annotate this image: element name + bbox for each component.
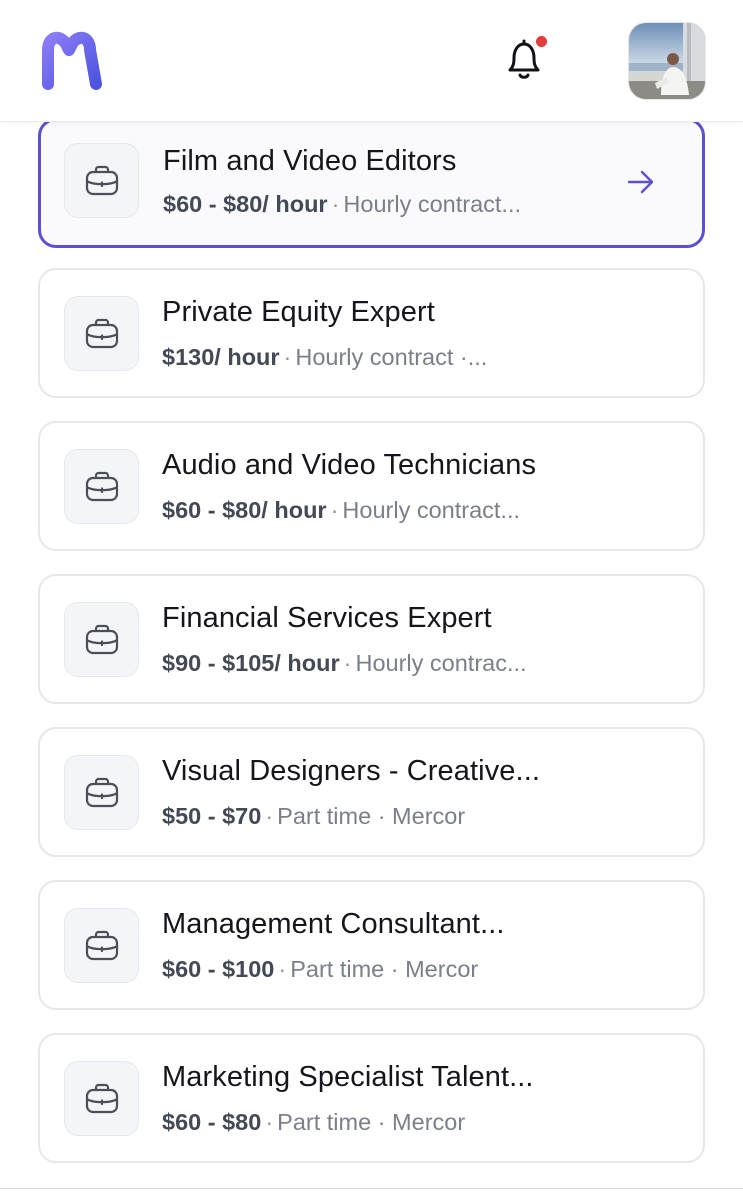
meta-separator: · [343, 650, 352, 676]
briefcase-icon-box [64, 755, 139, 830]
job-pay: $130/ hour [162, 344, 280, 370]
meta-separator: · [283, 344, 292, 370]
job-title: Visual Designers - Creative... [162, 755, 541, 787]
job-card-film-video-editors[interactable]: Film and Video Editors $60 - $80/ hour · H… [38, 118, 705, 248]
briefcase-icon-box [64, 1061, 139, 1136]
job-pay: $60 - $100 [162, 956, 275, 982]
job-card-financial-services-expert[interactable]: Financial Services Expert $90 - $105/ ho… [38, 574, 705, 704]
profile-photo-icon [629, 23, 705, 99]
briefcase-icon-box [64, 602, 139, 677]
job-details: Hourly contrac... [355, 650, 527, 676]
meta-separator: · [278, 956, 287, 982]
job-card-visual-designers[interactable]: Visual Designers - Creative... $50 - $70… [38, 727, 705, 857]
meta-separator: · [330, 497, 339, 523]
job-meta: $60 - $80/ hour · Hourly contract... [163, 191, 521, 218]
job-title: Marketing Specialist Talent... [162, 1061, 534, 1093]
job-meta: $60 - $80 · Part time · Mercor [162, 1109, 465, 1136]
meta-separator: · [265, 803, 274, 829]
briefcase-icon [85, 1083, 118, 1113]
meta-separator: · [331, 191, 340, 217]
job-meta: $50 - $70 · Part time · Mercor [162, 803, 465, 830]
avatar[interactable] [628, 22, 706, 100]
job-title: Management Consultant... [162, 908, 505, 940]
job-title: Audio and Video Technicians [162, 449, 537, 481]
job-details: Part time · Mercor [277, 803, 466, 829]
briefcase-icon-box [64, 449, 139, 524]
job-card-audio-video-technicians[interactable]: Audio and Video Technicians $60 - $80/ h… [38, 421, 705, 551]
job-pay: $60 - $80/ hour [163, 191, 328, 217]
job-pay: $60 - $80/ hour [162, 497, 327, 523]
job-meta: $90 - $105/ hour · Hourly contrac... [162, 650, 527, 677]
job-meta: $130/ hour · Hourly contract ·... [162, 344, 487, 371]
top-header [0, 0, 743, 122]
job-meta: $60 - $100 · Part time · Mercor [162, 956, 478, 983]
notification-dot [534, 34, 549, 49]
job-pay: $60 - $80 [162, 1109, 262, 1135]
job-card-management-consultant[interactable]: Management Consultant... $60 - $100 · Part… [38, 880, 705, 1010]
briefcase-icon [85, 930, 118, 960]
briefcase-icon-box [64, 296, 139, 371]
job-details: Hourly contract ·... [295, 344, 488, 370]
job-pay: $50 - $70 [162, 803, 262, 829]
job-details: Hourly contract... [342, 497, 521, 523]
briefcase-icon-box [64, 143, 139, 218]
briefcase-icon [85, 624, 118, 654]
job-details: Part time · Mercor [277, 1109, 466, 1135]
job-details: Hourly contract... [343, 191, 522, 217]
bottom-divider [0, 1188, 743, 1189]
job-title: Private Equity Expert [162, 296, 435, 328]
briefcase-icon-box [64, 908, 139, 983]
job-card-private-equity-expert[interactable]: Private Equity Expert $130/ hour · Hourly … [38, 268, 705, 398]
briefcase-icon [85, 318, 118, 348]
job-title: Film and Video Editors [163, 145, 457, 177]
job-details: Part time · Mercor [290, 956, 479, 982]
job-card-marketing-specialist[interactable]: Marketing Specialist Talent... $60 - $80… [38, 1033, 705, 1163]
job-list: Film and Video Editors $60 - $80/ hour · H… [0, 0, 743, 1200]
arrow-right-icon[interactable] [626, 168, 656, 196]
job-title: Financial Services Expert [162, 602, 492, 634]
briefcase-icon [85, 165, 118, 195]
briefcase-icon [85, 471, 118, 501]
mercor-logo-icon[interactable] [34, 30, 104, 90]
job-pay: $90 - $105/ hour [162, 650, 340, 676]
job-meta: $60 - $80/ hour · Hourly contract... [162, 497, 520, 524]
meta-separator: · [265, 1109, 274, 1135]
briefcase-icon [85, 777, 118, 807]
